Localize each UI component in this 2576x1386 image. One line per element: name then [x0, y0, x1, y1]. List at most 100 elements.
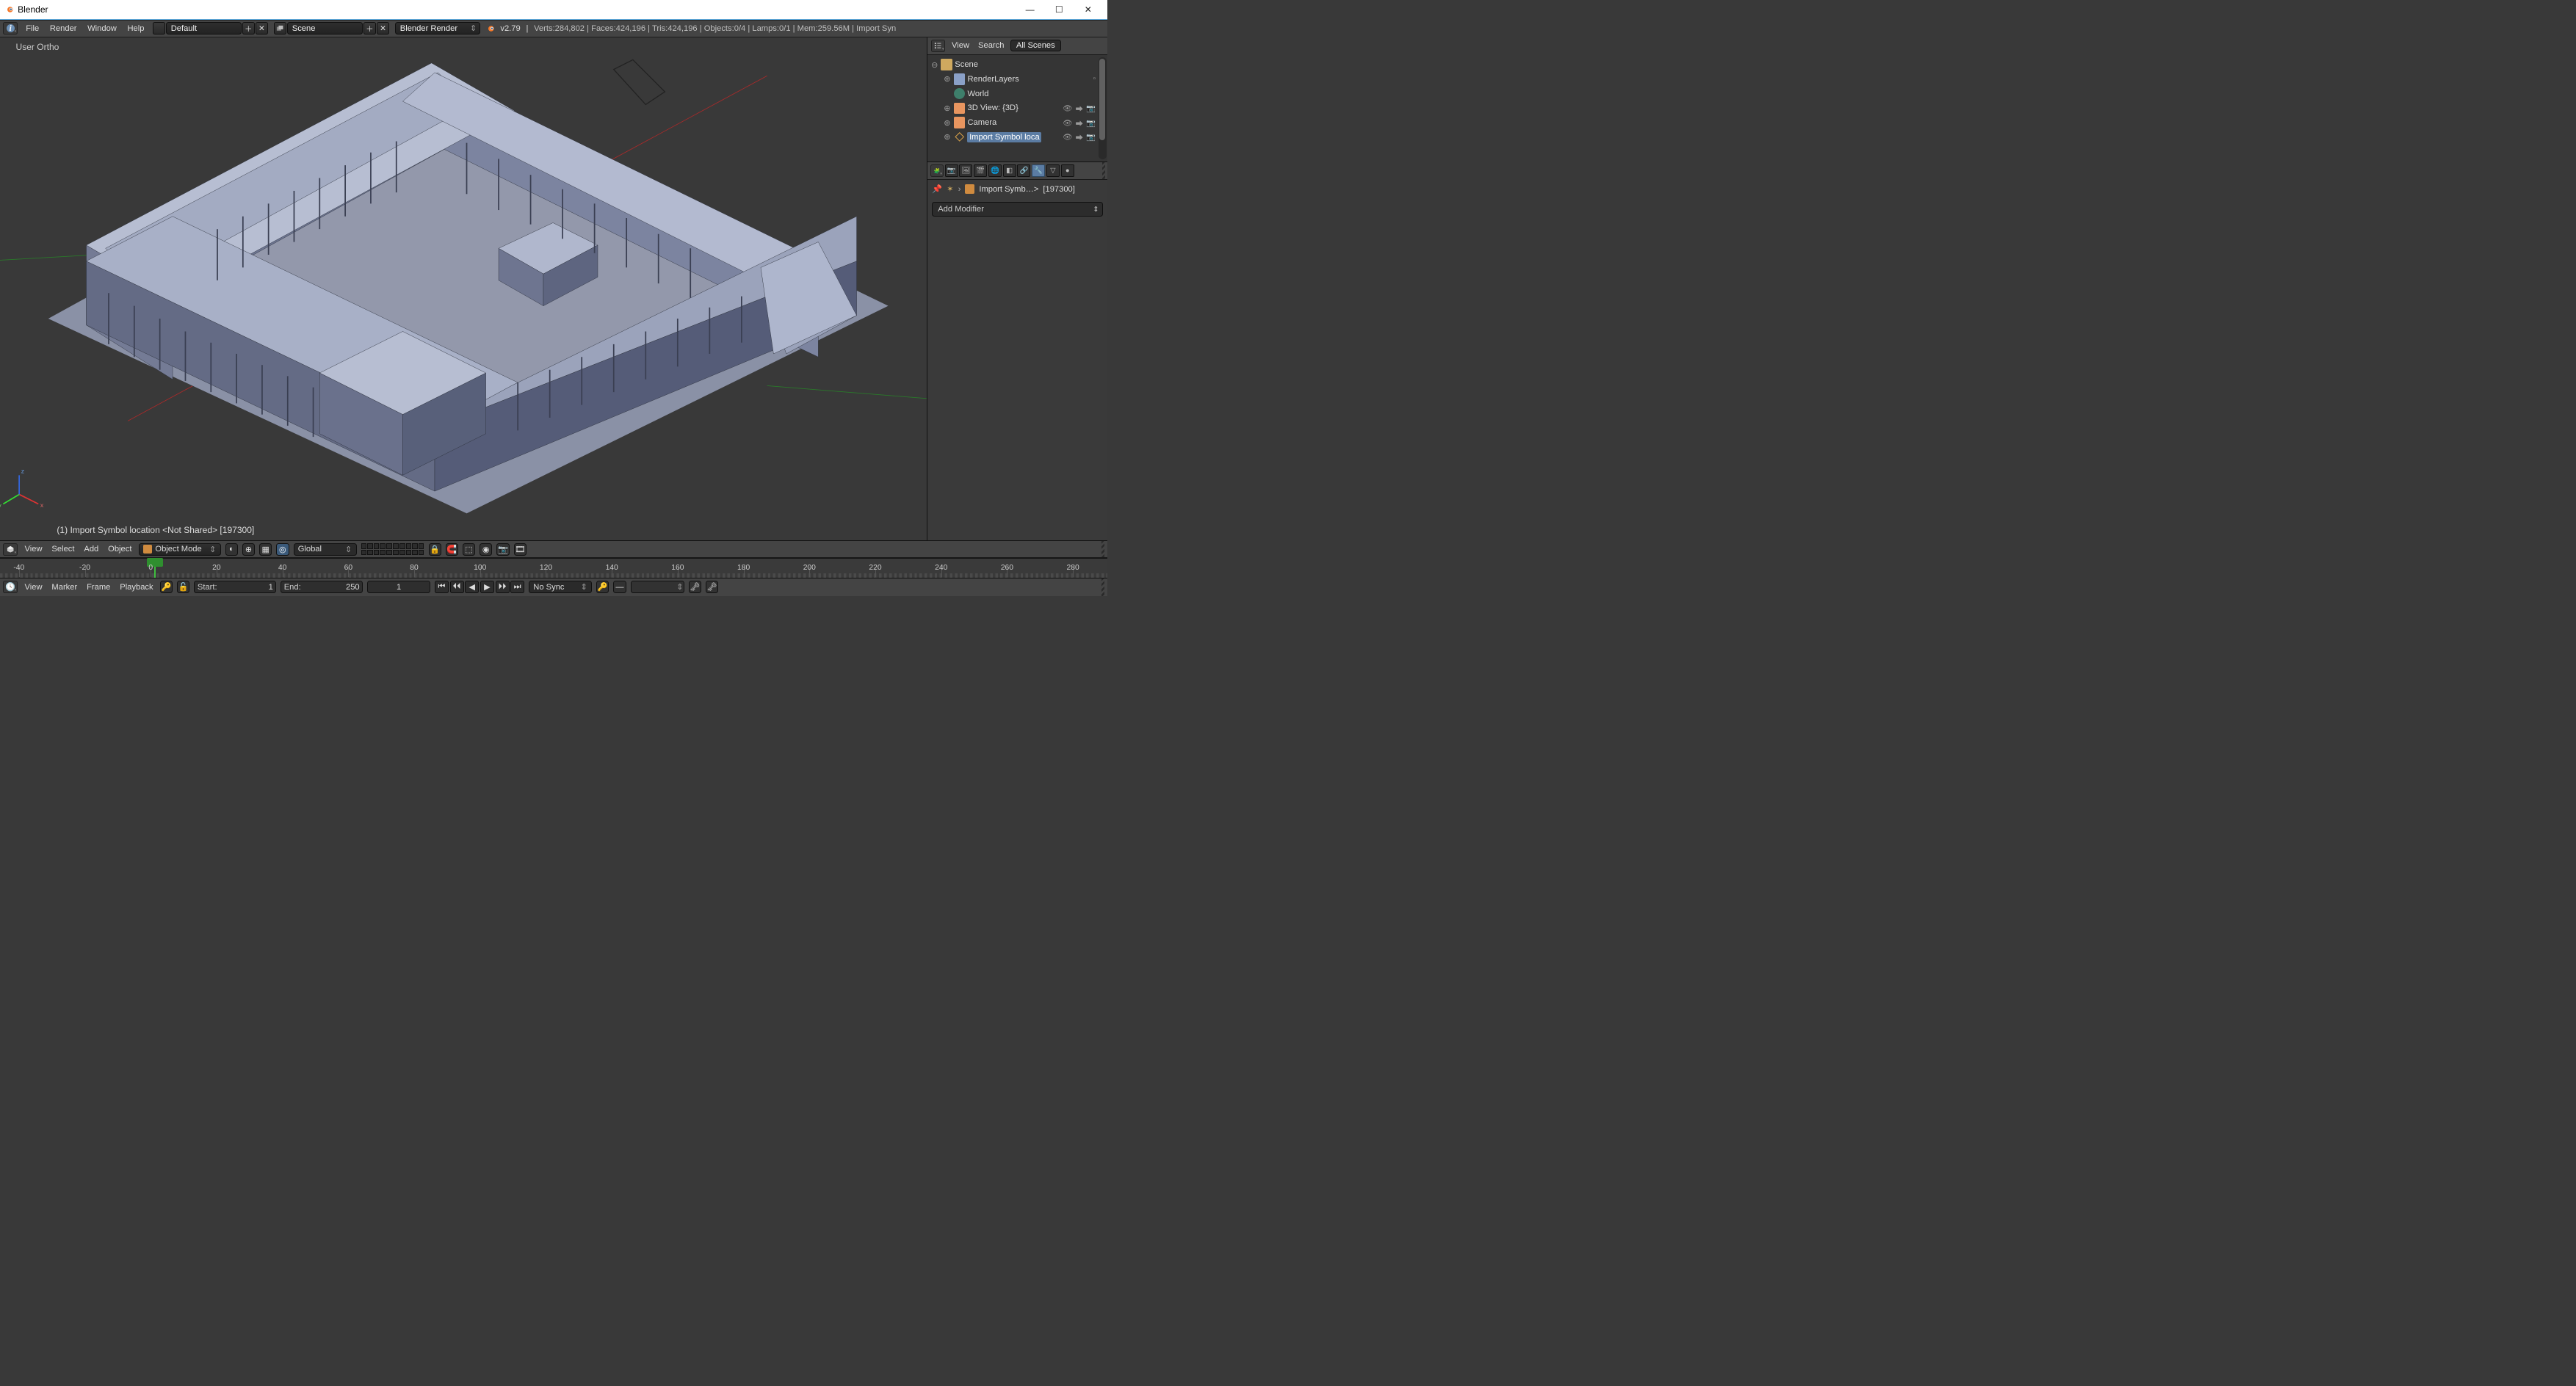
render-icon[interactable]: 📷: [1086, 132, 1096, 142]
tab-render[interactable]: 📷: [945, 164, 958, 177]
layer-buttons[interactable]: [361, 543, 424, 555]
outliner-tree[interactable]: ⊖Scene ⊕RenderLayers▫ World ⊕3D View: {3…: [927, 55, 1107, 162]
cursor-icon[interactable]: ⮕: [1076, 131, 1083, 142]
key-add-button[interactable]: 🗝: [689, 581, 701, 593]
vp-menu-add[interactable]: Add: [82, 543, 101, 554]
auto-keyframe-button[interactable]: 🔑: [160, 581, 173, 593]
pivot-button[interactable]: ⊕: [242, 543, 255, 556]
svg-text:x: x: [40, 501, 44, 509]
scene-browse-button[interactable]: [274, 22, 286, 35]
lock-camera-button[interactable]: 🔒: [429, 543, 441, 556]
tab-constraints[interactable]: 🔗: [1017, 164, 1030, 177]
key-delete-button[interactable]: —: [613, 581, 626, 593]
3d-viewport[interactable]: User Ortho: [0, 37, 927, 540]
layout-delete-button[interactable]: ✕: [256, 22, 268, 35]
tab-modifiers[interactable]: 🔧: [1032, 164, 1045, 177]
current-frame-field[interactable]: 1: [367, 581, 430, 593]
opengl-anim-button[interactable]: 🎞: [514, 543, 527, 556]
key-insert-button[interactable]: 🔑: [596, 581, 609, 593]
outliner-menu-view[interactable]: View: [949, 40, 972, 51]
manipulator-button[interactable]: ◎: [276, 543, 289, 556]
editor-type-timeline-icon[interactable]: 🕓▾: [3, 581, 18, 593]
tab-data[interactable]: ▽: [1046, 164, 1060, 177]
breadcrumb-object[interactable]: Import Symb…>: [979, 185, 1038, 194]
tab-object[interactable]: ◧: [1003, 164, 1016, 177]
keyframe-next-button[interactable]: ⏵⏵: [496, 581, 510, 593]
outliner-scrollbar[interactable]: [1099, 57, 1107, 159]
menu-help[interactable]: Help: [125, 23, 147, 34]
scene-link-icon[interactable]: ✶: [947, 184, 953, 194]
eye-icon[interactable]: 👁: [1063, 104, 1072, 113]
editor-type-info-icon[interactable]: i▾: [3, 22, 18, 35]
editor-type-3dview-icon[interactable]: ▾: [3, 543, 18, 556]
key-remove-button[interactable]: 🗝: [706, 581, 718, 593]
screen-layout-dropdown[interactable]: Default: [166, 22, 242, 35]
menu-window[interactable]: Window: [85, 23, 120, 34]
timeline-ruler[interactable]: -40-200204060801001201401601802002202402…: [0, 558, 1107, 578]
lock-button[interactable]: 🔓: [177, 581, 189, 593]
tl-menu-playback[interactable]: Playback: [117, 581, 156, 592]
jump-end-button[interactable]: ⏭: [510, 581, 524, 593]
tl-menu-marker[interactable]: Marker: [49, 581, 80, 592]
tab-scene[interactable]: 🎬: [974, 164, 987, 177]
maximize-button[interactable]: ☐: [1044, 0, 1074, 19]
keying-set-dropdown[interactable]: ⇕: [631, 581, 684, 593]
outliner-item-import[interactable]: Import Symbol loca: [967, 132, 1041, 142]
cursor-icon[interactable]: ⮕: [1076, 117, 1083, 128]
shading-mode-button[interactable]: ◐: [225, 543, 238, 556]
tl-menu-view[interactable]: View: [22, 581, 45, 592]
menu-render[interactable]: Render: [47, 23, 79, 34]
tab-world[interactable]: 🌐: [988, 164, 1002, 177]
cursor-icon[interactable]: ⮕: [1076, 103, 1083, 114]
scene-add-button[interactable]: ＋: [363, 22, 376, 35]
opengl-render-button[interactable]: 📷: [496, 543, 509, 556]
engine-name: Blender Render: [400, 24, 457, 33]
editor-type-outliner-icon[interactable]: ▾: [931, 40, 946, 52]
outliner-menu-search[interactable]: Search: [976, 40, 1007, 51]
eye-icon[interactable]: 👁: [1063, 118, 1072, 128]
layout-browse-button[interactable]: [153, 22, 165, 35]
sync-mode-dropdown[interactable]: No Sync⇕: [529, 581, 592, 593]
editor-type-properties-icon[interactable]: 🧩▾: [930, 164, 944, 177]
snap-type-button[interactable]: ⬚: [463, 543, 475, 556]
jump-start-button[interactable]: ⏮: [435, 581, 449, 593]
outliner-item-renderlayers[interactable]: RenderLayers: [967, 75, 1019, 84]
pin-icon[interactable]: 📌: [932, 184, 942, 194]
timeline-cursor[interactable]: [154, 559, 156, 578]
tab-renderlayers[interactable]: 🖼: [959, 164, 972, 177]
orientation-dropdown[interactable]: Global⇕: [294, 543, 357, 556]
tl-menu-frame[interactable]: Frame: [84, 581, 113, 592]
outliner-item-scene[interactable]: Scene: [955, 60, 978, 69]
vp-menu-select[interactable]: Select: [49, 543, 77, 554]
vp-menu-view[interactable]: View: [22, 543, 45, 554]
outliner-item-camera[interactable]: Camera: [967, 118, 996, 127]
keyframe-prev-button[interactable]: ⏴⏴: [450, 581, 464, 593]
start-frame-field[interactable]: Start:1: [194, 581, 276, 593]
scene-delete-button[interactable]: ✕: [377, 22, 389, 35]
outliner-item-world[interactable]: World: [968, 90, 989, 98]
snap-button[interactable]: 🧲: [446, 543, 458, 556]
play-button[interactable]: ▶: [480, 581, 494, 593]
end-frame-field[interactable]: End:250: [281, 581, 363, 593]
play-reverse-button[interactable]: ◀: [465, 581, 479, 593]
tab-material[interactable]: ●: [1061, 164, 1074, 177]
minimize-button[interactable]: —: [1016, 0, 1045, 19]
render-engine-dropdown[interactable]: Blender Render⇕: [395, 22, 480, 35]
object-mode-icon: [143, 545, 152, 554]
mode-dropdown[interactable]: Object Mode⇕: [139, 543, 221, 556]
outliner-item-3dview[interactable]: 3D View: {3D}: [967, 104, 1018, 112]
menu-file[interactable]: File: [23, 23, 42, 34]
add-modifier-dropdown[interactable]: Add Modifier: [932, 202, 1103, 217]
render-icon[interactable]: 📷: [1086, 104, 1096, 113]
layout-add-button[interactable]: ＋: [242, 22, 255, 35]
renderlayer-ex-icon[interactable]: ▫: [1093, 75, 1096, 83]
scene-dropdown[interactable]: Scene: [287, 22, 363, 35]
close-button[interactable]: ✕: [1074, 0, 1103, 19]
vp-menu-object[interactable]: Object: [106, 543, 134, 554]
outliner-header: ▾ View Search All Scenes: [927, 37, 1107, 55]
proportional-button[interactable]: ◉: [480, 543, 492, 556]
render-icon[interactable]: 📷: [1086, 118, 1096, 128]
eye-icon[interactable]: 👁: [1063, 132, 1072, 142]
outliner-display-mode[interactable]: All Scenes: [1010, 40, 1061, 51]
layers-button[interactable]: ▦: [259, 543, 272, 556]
